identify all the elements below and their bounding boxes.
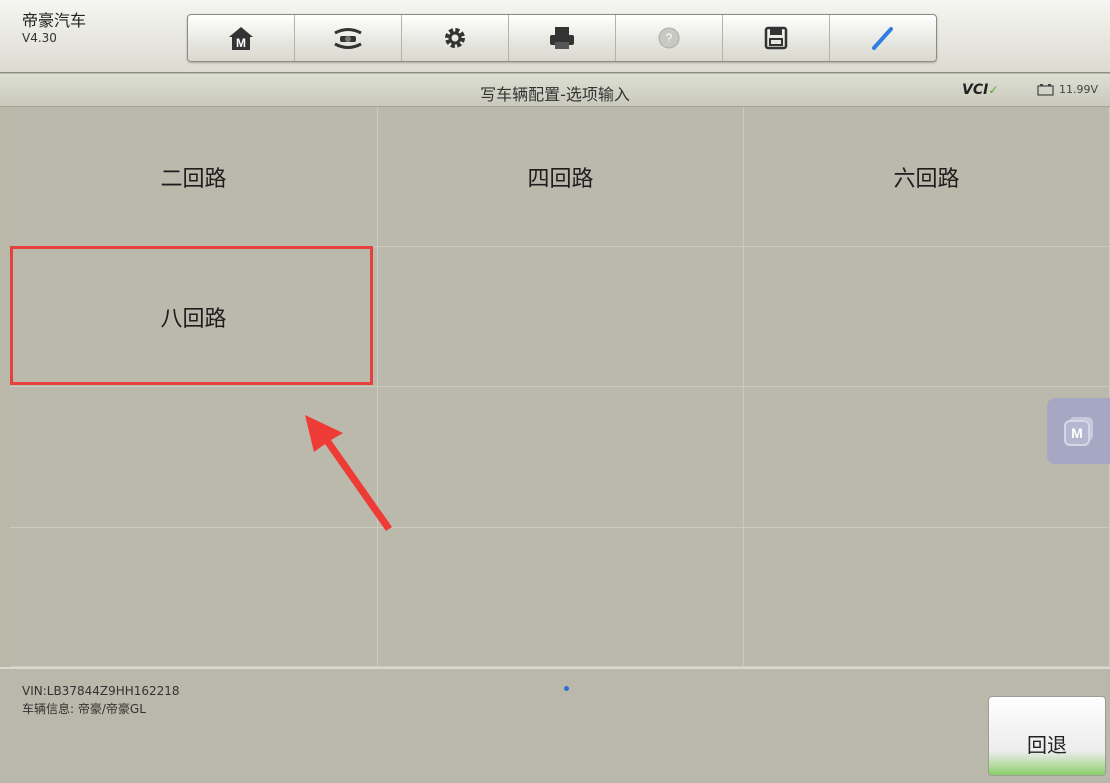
vehicle-info-block: VIN:LB37844Z9HH162218 车辆信息: 帝豪/帝豪GL [22,682,180,718]
option-cell [10,528,378,667]
brand-name: 帝豪汽车 [22,11,87,30]
floating-m-icon: M [1063,417,1093,446]
pen-button[interactable] [830,15,936,61]
floating-menu-button[interactable]: M [1047,398,1110,464]
vci-status: VCI✓ [962,82,998,98]
vehicle-swap-icon [334,28,362,49]
top-bar: 帝豪汽车 V4.30 M ? [0,0,1110,73]
option-cell [744,528,1110,667]
back-button[interactable]: 回退 [988,696,1106,776]
brand: 帝豪汽车 V4.30 [22,12,86,46]
option-cell [10,387,378,528]
svg-text:M: M [1071,425,1083,441]
vin-label: VIN:LB37844Z9HH162218 [22,684,180,698]
option-cell [744,247,1110,387]
page-indicator-dot [564,686,569,691]
battery-voltage: 11.99V [1059,83,1099,96]
svg-text:?: ? [666,31,673,45]
settings-button[interactable] [402,15,509,61]
svg-text:M: M [236,36,246,50]
option-cell[interactable]: 六回路 [744,107,1110,247]
vehicle-swap-button[interactable] [295,15,402,61]
save-button[interactable] [723,15,830,61]
home-icon: M [229,27,253,50]
footer: VIN:LB37844Z9HH162218 车辆信息: 帝豪/帝豪GL 回退 [0,667,1110,783]
option-cell[interactable]: 四回路 [378,107,744,247]
option-cell [378,387,744,528]
printer-icon [550,27,574,49]
option-cell [378,247,744,387]
selection-highlight [10,246,373,385]
vci-label: VCI [962,82,989,98]
title-bar: 写车辆配置-选项输入 VCI✓ 11.99V [0,74,1110,107]
help-icon: ? [658,27,680,49]
help-button[interactable]: ? [616,15,723,61]
option-cell[interactable]: 二回路 [10,107,378,247]
settings-gear-icon [445,28,465,48]
vehicle-info-label: 车辆信息: 帝豪/帝豪GL [22,702,146,716]
toolbar: M ? [187,14,937,62]
home-button[interactable]: M [188,15,295,61]
save-icon [764,26,788,50]
pen-icon [872,27,893,50]
print-button[interactable] [509,15,616,61]
version-label: V4.30 [22,31,57,45]
option-cell [378,528,744,667]
option-grid: 二回路 四回路 六回路 八回路 [10,107,1110,667]
vci-connected-icon: ✓ [988,83,999,97]
battery-icon [1037,83,1054,96]
page-title: 写车辆配置-选项输入 [480,85,630,104]
battery-status: 11.99V [1037,83,1098,96]
